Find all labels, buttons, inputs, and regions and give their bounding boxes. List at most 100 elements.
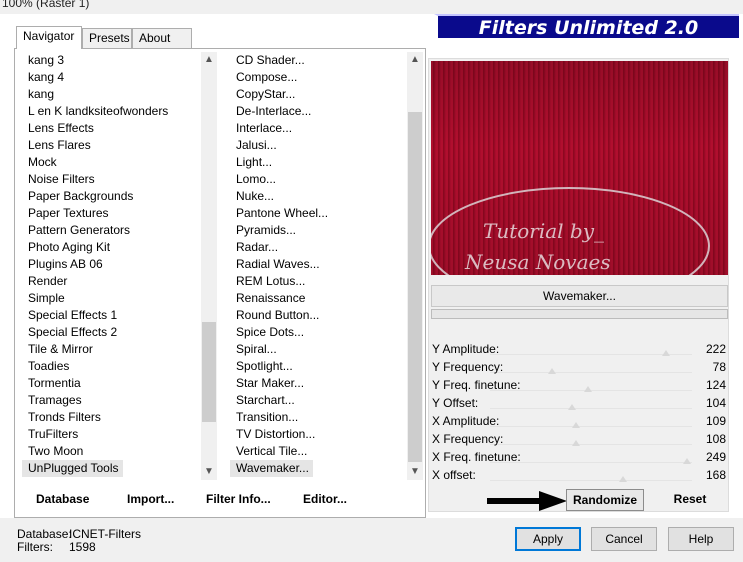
scroll-up-icon[interactable]: ▲ <box>407 52 423 68</box>
filter-name-button[interactable]: Wavemaker... <box>431 285 728 307</box>
category-item[interactable]: UnPlugged Tools <box>22 460 123 477</box>
parameter-slider-thumb[interactable] <box>584 386 593 392</box>
preview-image: Tutorial by_ Neusa Novaes <box>431 61 728 275</box>
filter-item[interactable]: Round Button... <box>230 307 406 324</box>
filter-item[interactable]: Radar... <box>230 239 406 256</box>
filter-item[interactable]: Renaissance <box>230 290 406 307</box>
category-item[interactable]: Toadies <box>22 358 202 375</box>
apply-button[interactable]: Apply <box>515 527 581 551</box>
parameter-slider-track[interactable] <box>490 372 692 373</box>
parameter-label: Y Frequency: <box>432 360 504 374</box>
category-item[interactable]: Special Effects 1 <box>22 307 202 324</box>
parameter-label: Y Offset: <box>432 396 479 410</box>
filter-item[interactable]: De-Interlace... <box>230 103 406 120</box>
filter-item[interactable]: Spotlight... <box>230 358 406 375</box>
filter-item[interactable]: Wavemaker... <box>230 460 313 477</box>
category-list[interactable]: kang 3 kang 4 kang L en K landksiteofwonder… <box>22 52 202 480</box>
category-item[interactable]: Lens Effects <box>22 120 202 137</box>
filter-item[interactable]: Interlace... <box>230 120 406 137</box>
filter-item[interactable]: Starchart... <box>230 392 406 409</box>
filter-item[interactable]: Nuke... <box>230 188 406 205</box>
editor-button[interactable]: Editor... <box>303 492 347 506</box>
scroll-down-icon[interactable]: ▼ <box>201 464 217 480</box>
cancel-button[interactable]: Cancel <box>591 527 657 551</box>
filter-item[interactable]: Star Maker... <box>230 375 406 392</box>
scroll-down-icon[interactable]: ▼ <box>407 464 423 480</box>
parameter-slider-thumb[interactable] <box>619 476 628 482</box>
scroll-up-icon[interactable]: ▲ <box>201 52 217 68</box>
parameter-value: 109 <box>705 414 726 428</box>
filter-item[interactable]: Spiral... <box>230 341 406 358</box>
import-button[interactable]: Import... <box>127 492 174 506</box>
tab-about[interactable]: About <box>132 28 192 48</box>
category-item[interactable]: Render <box>22 273 202 290</box>
filter-item[interactable]: Light... <box>230 154 406 171</box>
filter-item[interactable]: TV Distortion... <box>230 426 406 443</box>
filter-item[interactable]: Vertical Tile... <box>230 443 406 460</box>
category-item[interactable]: TruFilters <box>22 426 202 443</box>
tab-presets[interactable]: Presets <box>82 28 132 48</box>
tab-navigator[interactable]: Navigator <box>16 26 82 49</box>
parameter-row: X Freq. finetune: 249 <box>430 448 728 466</box>
parameter-label: X Freq. finetune: <box>432 450 521 464</box>
parameter-slider-track[interactable] <box>490 444 692 445</box>
parameter-slider-track[interactable] <box>490 480 692 481</box>
parameter-value: 222 <box>705 342 726 356</box>
category-item[interactable]: Tile & Mirror <box>22 341 202 358</box>
filter-item[interactable]: CopyStar... <box>230 86 406 103</box>
filters-label: Filters: <box>17 540 53 554</box>
database-button[interactable]: Database <box>36 492 89 506</box>
category-scrollbar[interactable]: ▲ ▼ <box>201 52 217 480</box>
parameter-slider-thumb[interactable] <box>572 422 581 428</box>
parameter-slider-thumb[interactable] <box>661 350 670 356</box>
category-item[interactable]: Pattern Generators <box>22 222 202 239</box>
filter-item[interactable]: Pantone Wheel... <box>230 205 406 222</box>
category-item[interactable]: Paper Backgrounds <box>22 188 202 205</box>
category-item[interactable]: Lens Flares <box>22 137 202 154</box>
category-item[interactable]: Simple <box>22 290 202 307</box>
filter-item[interactable]: Radial Waves... <box>230 256 406 273</box>
category-item[interactable]: kang <box>22 86 202 103</box>
filter-item[interactable]: CD Shader... <box>230 52 406 69</box>
parameter-slider-thumb[interactable] <box>571 440 580 446</box>
parameter-label: Y Freq. finetune: <box>432 378 521 392</box>
category-item[interactable]: Paper Textures <box>22 205 202 222</box>
parameter-slider-thumb[interactable] <box>683 458 692 464</box>
filter-item[interactable]: REM Lotus... <box>230 273 406 290</box>
preview-shade <box>431 61 728 275</box>
category-item[interactable]: Tormentia <box>22 375 202 392</box>
category-item[interactable]: Special Effects 2 <box>22 324 202 341</box>
help-button[interactable]: Help <box>668 527 734 551</box>
filter-item[interactable]: Transition... <box>230 409 406 426</box>
parameter-label: X Amplitude: <box>432 414 500 428</box>
filter-item[interactable]: Pyramids... <box>230 222 406 239</box>
category-item[interactable]: Noise Filters <box>22 171 202 188</box>
parameter-slider-thumb[interactable] <box>547 368 556 374</box>
parameter-slider-thumb[interactable] <box>568 404 577 410</box>
filter-info-button[interactable]: Filter Info... <box>206 492 271 506</box>
category-item[interactable]: Tramages <box>22 392 202 409</box>
category-item[interactable]: Two Moon <box>22 443 202 460</box>
category-item[interactable]: Plugins AB 06 <box>22 256 202 273</box>
parameter-slider-track[interactable] <box>490 408 692 409</box>
category-item[interactable]: kang 4 <box>22 69 202 86</box>
scroll-thumb[interactable] <box>408 112 422 462</box>
category-item[interactable]: Mock <box>22 154 202 171</box>
category-item[interactable]: Tronds Filters <box>22 409 202 426</box>
filter-list[interactable]: CD Shader... Compose... CopyStar... De-Inte… <box>230 52 406 480</box>
reset-button[interactable]: Reset <box>666 489 714 511</box>
filter-scrollbar[interactable]: ▲ ▼ <box>407 52 423 480</box>
category-item[interactable]: kang 3 <box>22 52 202 69</box>
filter-item[interactable]: Compose... <box>230 69 406 86</box>
scroll-thumb[interactable] <box>202 322 216 422</box>
parameter-row: X Frequency: 108 <box>430 430 728 448</box>
category-item[interactable]: Photo Aging Kit <box>22 239 202 256</box>
randomize-button[interactable]: Randomize <box>566 489 644 511</box>
brand-banner: Filters Unlimited 2.0 <box>434 14 739 39</box>
filter-item[interactable]: Spice Dots... <box>230 324 406 341</box>
category-item[interactable]: L en K landksiteofwonders <box>22 103 202 120</box>
filter-item[interactable]: Jalusi... <box>230 137 406 154</box>
parameter-slider-track[interactable] <box>490 426 692 427</box>
parameter-row: Y Offset: 104 <box>430 394 728 412</box>
filter-item[interactable]: Lomo... <box>230 171 406 188</box>
